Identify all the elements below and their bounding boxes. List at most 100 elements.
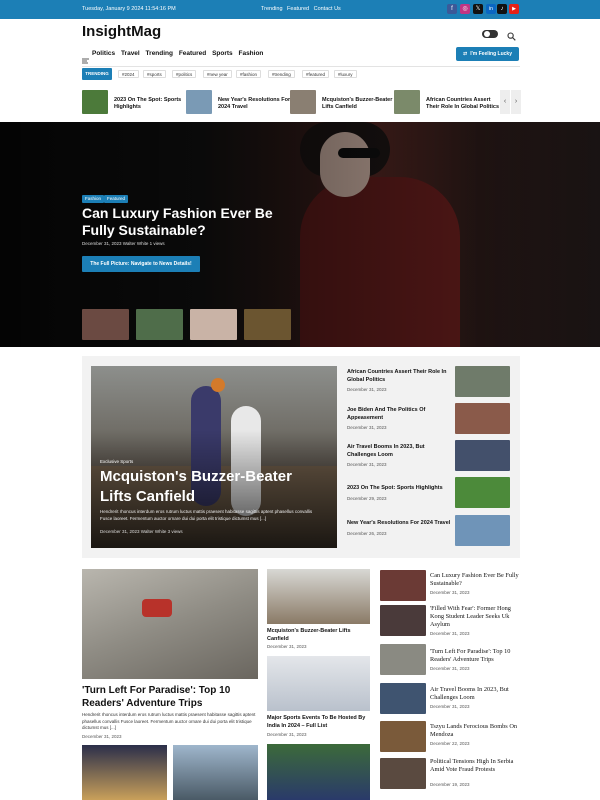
list-title[interactable]: Can Luxury Fashion Ever Be Fully Sustain… xyxy=(430,572,520,588)
main-menu: Politics Travel Trending Featured Sports… xyxy=(92,50,267,57)
feeling-lucky-label: I'm Feeling Lucky xyxy=(470,51,512,57)
top-nav: Trending Featured Contact Us xyxy=(261,6,344,12)
ticker-thumbnail xyxy=(186,90,212,114)
list-thumbnail[interactable] xyxy=(380,644,426,675)
hero-thumbnail[interactable] xyxy=(244,309,291,340)
tag-link[interactable]: #featured xyxy=(302,70,330,78)
side-article[interactable]: Air Travel Booms In 2023, But Challenges… xyxy=(347,444,452,467)
list-thumbnail[interactable] xyxy=(380,605,426,636)
top-link-featured[interactable]: Featured xyxy=(287,6,309,12)
ticker-next-button[interactable]: › xyxy=(511,90,521,114)
ticker-item[interactable]: African Countries Assert Their Role In G… xyxy=(394,88,506,118)
side-article[interactable]: Joe Biden And The Politics Of Appeasemen… xyxy=(347,407,452,430)
tiktok-icon[interactable]: ♪ xyxy=(497,4,507,14)
category-badge[interactable]: Featured xyxy=(104,195,129,203)
list-date: December 31, 2023 xyxy=(430,666,470,671)
ticker-item[interactable]: 2023 On The Spot: Sports Highlights xyxy=(82,88,182,118)
grid-big-title[interactable]: 'Turn Left For Paradise': Top 10 Readers… xyxy=(82,684,258,710)
hero-banner[interactable]: Fashion Featured Can Luxury Fashion Ever… xyxy=(0,122,600,347)
list-date: December 31, 2023 xyxy=(430,631,470,636)
side-article-date: December 31, 2023 xyxy=(347,462,387,467)
ticker-prev-button[interactable]: ‹ xyxy=(500,90,510,114)
grid-mid-title[interactable]: Major Sports Events To Be Hosted By Indi… xyxy=(267,715,370,730)
linkedin-icon[interactable]: in xyxy=(486,4,496,14)
grid-mid-image[interactable] xyxy=(267,569,370,624)
ticker-title: New Year's Resolutions For 2024 Travel xyxy=(218,97,291,110)
hero-thumbnail[interactable] xyxy=(82,309,129,340)
side-article[interactable]: 2023 On The Spot: Sports Highlights Dece… xyxy=(347,485,452,501)
grid-big-image-climber xyxy=(142,599,172,617)
grid-card-image[interactable] xyxy=(173,745,258,800)
list-thumbnail[interactable] xyxy=(380,683,426,714)
list-thumbnail[interactable] xyxy=(380,758,426,789)
side-article-title: African Countries Assert Their Role In G… xyxy=(347,369,447,383)
ticker-item[interactable]: New Year's Resolutions For 2024 Travel xyxy=(186,88,290,118)
feeling-lucky-button[interactable]: ⇄ I'm Feeling Lucky xyxy=(456,47,519,61)
menu-fashion[interactable]: Fashion xyxy=(238,50,263,57)
featured-meta: December 31, 2023 Walter White 3 views xyxy=(100,529,183,534)
top-bar: Tuesday, January 9 2024 11:54:16 PM Tren… xyxy=(0,0,600,19)
current-date: Tuesday, January 9 2024 11:54:16 PM xyxy=(82,6,176,12)
tag-link[interactable]: #politics xyxy=(172,70,197,78)
ticker-item[interactable]: Mcquiston's Buzzer-Beater Lifts Canfield xyxy=(290,88,392,118)
side-article-thumbnail[interactable] xyxy=(455,366,510,397)
side-article-thumbnail[interactable] xyxy=(455,477,510,508)
site-logo[interactable]: InsightMag xyxy=(82,23,161,40)
menu-featured[interactable]: Featured xyxy=(179,50,206,57)
tag-link[interactable]: #2024 xyxy=(118,70,139,78)
side-article-thumbnail[interactable] xyxy=(455,515,510,546)
x-icon[interactable]: 𝕏 xyxy=(473,4,483,14)
featured-title[interactable]: Mcquiston's Buzzer-Beater Lifts Canfield xyxy=(100,467,300,507)
tag-link[interactable]: #sports xyxy=(143,70,166,78)
list-title[interactable]: 'Turn Left For Paradise': Top 10 Readers… xyxy=(430,648,520,664)
side-article-date: December 31, 2023 xyxy=(347,425,387,430)
menu-travel[interactable]: Travel xyxy=(121,50,140,57)
grid-mid-image[interactable] xyxy=(267,656,370,711)
list-title[interactable]: Air Travel Booms In 2023, But Challenges… xyxy=(430,686,520,702)
menu-trending[interactable]: Trending xyxy=(146,50,173,57)
dark-mode-toggle[interactable] xyxy=(482,30,498,38)
tag-link[interactable]: #new year xyxy=(203,70,232,78)
hamburger-icon[interactable] xyxy=(82,51,89,64)
tag-link[interactable]: #fashion xyxy=(236,70,262,78)
hero-cta-button[interactable]: The Full Picture: Navigate to News Detai… xyxy=(82,256,200,272)
hero-title[interactable]: Can Luxury Fashion Ever Be Fully Sustain… xyxy=(82,205,292,239)
hero-thumbnail[interactable] xyxy=(190,309,237,340)
top-link-trending[interactable]: Trending xyxy=(261,6,283,12)
featured-article[interactable]: Exclusive Sports Mcquiston's Buzzer-Beat… xyxy=(91,366,337,548)
menu-politics[interactable]: Politics xyxy=(92,50,115,57)
list-thumbnail[interactable] xyxy=(380,721,426,752)
ticker-title: Mcquiston's Buzzer-Beater Lifts Canfield xyxy=(322,97,393,110)
top-link-contact[interactable]: Contact Us xyxy=(314,6,341,12)
grid-big-date: December 31, 2023 xyxy=(82,734,122,739)
grid-big-image[interactable] xyxy=(82,569,258,679)
side-article[interactable]: African Countries Assert Their Role In G… xyxy=(347,369,452,392)
tag-link[interactable]: #luxury xyxy=(334,70,357,78)
search-icon[interactable] xyxy=(507,28,516,41)
youtube-icon[interactable]: ▶ xyxy=(509,4,519,14)
list-title[interactable]: Political Tensions High In Serbia Amid V… xyxy=(430,758,520,774)
side-article-thumbnail[interactable] xyxy=(455,403,510,434)
news-ticker: 2023 On The Spot: Sports Highlights New … xyxy=(82,88,520,118)
menu-sports[interactable]: Sports xyxy=(212,50,233,57)
list-title[interactable]: 'Filled With Fear': Former Hong Kong Stu… xyxy=(430,605,520,629)
ticker-thumbnail xyxy=(394,90,420,114)
grid-mid-title[interactable]: Mcquiston's Buzzer-Beater Lifts Canfield xyxy=(267,628,370,643)
list-date: December 19, 2023 xyxy=(430,782,470,787)
ticker-title: 2023 On The Spot: Sports Highlights xyxy=(114,97,182,110)
hero-thumbnail[interactable] xyxy=(136,309,183,340)
side-article[interactable]: New Year's Resolutions For 2024 Travel D… xyxy=(347,520,452,536)
instagram-icon[interactable]: ◎ xyxy=(460,4,470,14)
list-title[interactable]: Tszyu Lands Ferocious Bombs On Mendoza xyxy=(430,723,520,739)
category-badge[interactable]: Fashion xyxy=(82,195,105,203)
list-thumbnail[interactable] xyxy=(380,570,426,601)
side-article-date: December 29, 2023 xyxy=(347,495,387,501)
side-article-date: December 26, 2023 xyxy=(347,530,387,536)
tag-link[interactable]: #trending xyxy=(268,70,295,78)
facebook-icon[interactable]: f xyxy=(447,4,457,14)
grid-card-image[interactable] xyxy=(82,745,167,800)
side-article-thumbnail[interactable] xyxy=(455,440,510,471)
list-date: December 22, 2023 xyxy=(430,741,470,746)
grid-mid-image[interactable] xyxy=(267,744,370,800)
side-article-date: December 31, 2023 xyxy=(347,387,387,392)
